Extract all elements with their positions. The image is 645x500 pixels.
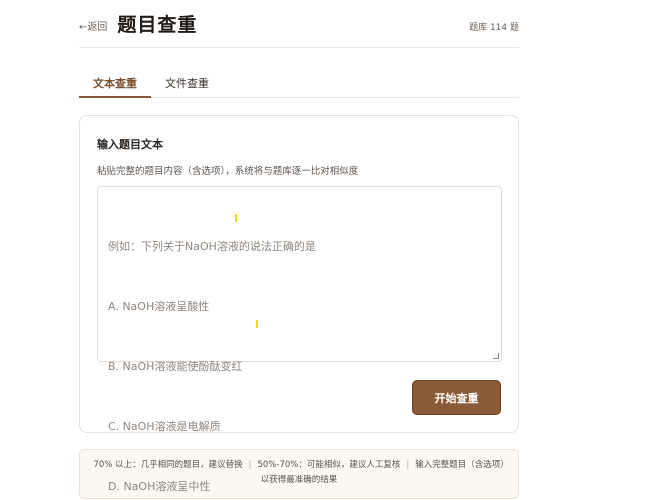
question-bank-count: 题库 114 题 [469, 23, 519, 33]
start-check-button[interactable]: 开始查重 [412, 380, 501, 415]
page-title: 题目查重 [117, 14, 198, 36]
back-link[interactable]: ←返回 [79, 18, 107, 33]
tab-file-check[interactable]: 文件查重 [151, 71, 223, 97]
tab-bar: 文本查重 文件查重 [79, 71, 519, 98]
placeholder-line: 例如：下列关于NaOH溶液的说法正确的是 [108, 240, 316, 253]
tab-text-check[interactable]: 文本查重 [79, 71, 151, 98]
placeholder-line: A. NaOH溶液呈酸性 [108, 300, 210, 313]
page-header: ←返回 题目查重 题库 114 题 [79, 0, 519, 48]
card-description: 粘贴完整的题目内容（含选项），系统将与题库逐一比对相似度 [97, 166, 359, 177]
placeholder-line: C. NaOH溶液是电解质 [108, 420, 221, 433]
question-text-input[interactable]: 例如：下列关于NaOH溶液的说法正确的是 A. NaOH溶液呈酸性 B. NaO… [97, 186, 502, 493]
page-container: ←返回 题目查重 题库 114 题 文本查重 文件查重 输入题目文本 粘贴完整的… [79, 0, 519, 499]
placeholder-line: B. NaOH溶液能使酚酞变红 [108, 360, 243, 373]
resize-handle[interactable] [493, 353, 499, 359]
placeholder-line: D. NaOH溶液呈中性 [108, 480, 211, 493]
input-card: 输入题目文本 粘贴完整的题目内容（含选项），系统将与题库逐一比对相似度 例如：下… [79, 115, 519, 493]
card-title: 输入题目文本 [97, 138, 163, 151]
cursor-marker [256, 320, 258, 328]
cursor-marker [235, 214, 237, 222]
